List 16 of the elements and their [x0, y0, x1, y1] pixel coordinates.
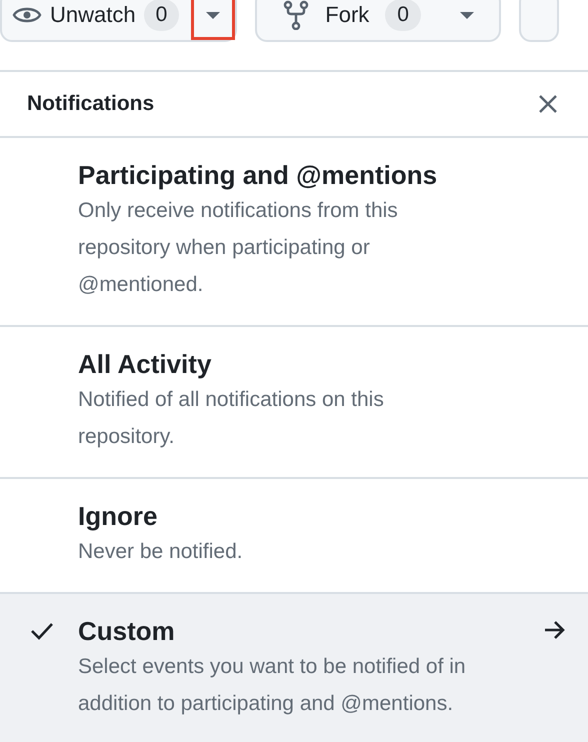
- watch-count: 0: [144, 0, 180, 31]
- option-title: All Activity: [78, 348, 212, 381]
- menu-option[interactable]: Custom Select events you want to be notified of in addition to participating and @mentions.: [0, 594, 588, 742]
- option-title: Custom: [78, 615, 176, 648]
- option-title: Ignore: [78, 500, 158, 533]
- menu-title: Notifications: [27, 92, 154, 116]
- menu-option[interactable]: All Activity Notified of all notifications on this repository.: [0, 327, 588, 479]
- fork-button[interactable]: Fork 0: [257, 0, 433, 40]
- option-description: Notified of all notifications on this repository.: [78, 387, 385, 450]
- option-description: Select events you want to be notified of in addition to participating and @mentions.: [78, 654, 467, 717]
- option-description: Never be notified.: [78, 539, 244, 565]
- menu-option[interactable]: Participating and @mentions Only receive notifications from this repository when participating or @mentioned.: [0, 138, 588, 327]
- unwatch-button[interactable]: Unwatch 0: [2, 0, 192, 40]
- option-description: Only receive notifications from this repository when participating or @mentioned.: [78, 198, 399, 298]
- fork-count: 0: [385, 0, 421, 31]
- option-title: Participating and @mentions: [78, 159, 438, 192]
